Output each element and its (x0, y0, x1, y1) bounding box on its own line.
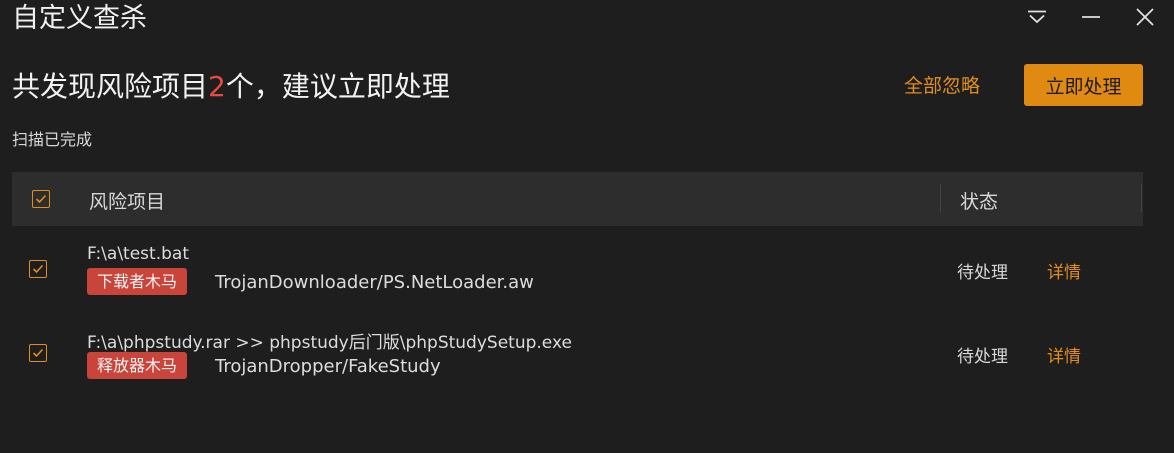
column-divider[interactable] (1141, 184, 1142, 212)
column-header-status[interactable]: 状态 (960, 187, 998, 214)
file-path: F:\a\phpstudy.rar >> phpstudy后门版\phpStud… (87, 333, 572, 353)
checkmark-icon (32, 264, 44, 274)
handle-now-button[interactable]: 立即处理 (1024, 64, 1143, 106)
scan-results-window: 自定义查杀 共发现风险项目2个，建议立即处理 扫描已完成 全部忽略 立即处理 风… (0, 0, 1174, 453)
table-row: F:\a\phpstudy.rar >> phpstudy后门版\phpStud… (12, 314, 1143, 394)
close-icon[interactable] (1128, 4, 1162, 30)
window-controls (1020, 4, 1162, 30)
details-link[interactable]: 详情 (1047, 342, 1081, 367)
checkmark-icon (32, 348, 44, 358)
details-link[interactable]: 详情 (1047, 258, 1081, 283)
threat-name: TrojanDownloader/PS.NetLoader.aw (215, 272, 534, 293)
select-all-checkbox[interactable] (32, 190, 50, 208)
threat-type-badge: 下载者木马 (87, 268, 188, 295)
risk-count: 2 (208, 70, 226, 103)
menu-icon[interactable] (1020, 4, 1054, 30)
file-path: F:\a\test.bat (87, 244, 189, 264)
minimize-icon[interactable] (1074, 4, 1108, 30)
row-checkbox[interactable] (29, 344, 47, 362)
ignore-all-link[interactable]: 全部忽略 (904, 73, 980, 99)
headline-suffix: 个，建议立即处理 (225, 70, 450, 103)
headline-prefix: 共发现风险项目 (12, 70, 209, 103)
column-divider[interactable] (940, 184, 941, 212)
threat-name: TrojanDropper/FakeStudy (215, 356, 441, 377)
column-header-risk-item[interactable]: 风险项目 (89, 187, 165, 214)
row-checkbox[interactable] (29, 260, 47, 278)
risk-summary-headline: 共发现风险项目2个，建议立即处理 (12, 68, 450, 106)
scan-status-text: 扫描已完成 (12, 130, 93, 149)
window-title: 自定义查杀 (12, 3, 147, 34)
checkmark-icon (35, 194, 47, 204)
threat-type-badge: 释放器木马 (87, 352, 188, 379)
row-status: 待处理 (957, 347, 1008, 367)
table-header: 风险项目 状态 (12, 172, 1143, 226)
table-row: F:\a\test.bat 下载者木马 TrojanDownloader/PS.… (12, 230, 1143, 310)
row-status: 待处理 (957, 263, 1008, 283)
